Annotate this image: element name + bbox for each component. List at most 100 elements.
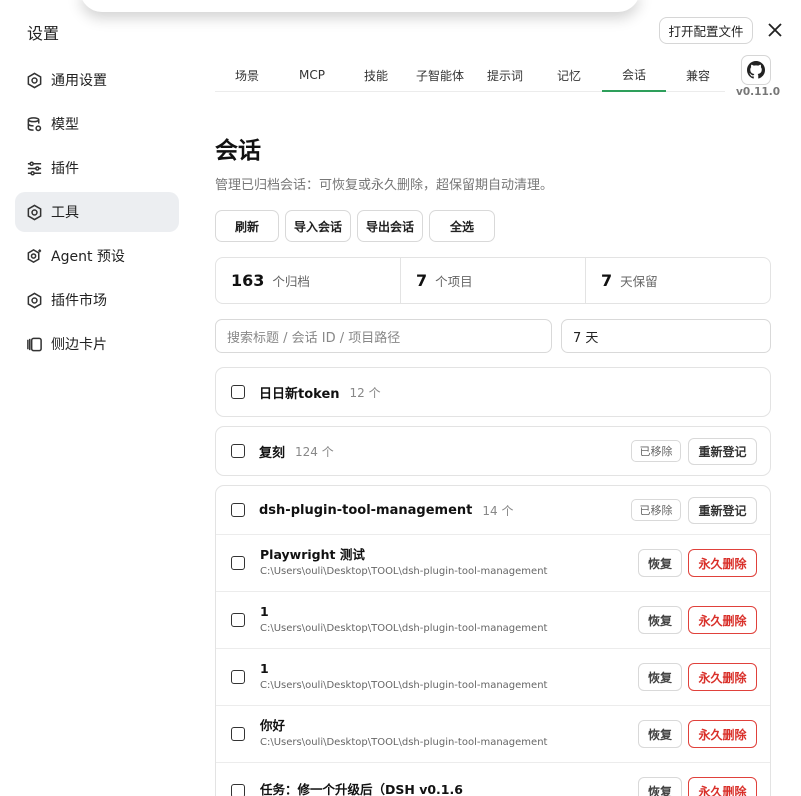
reregister-button[interactable]: 重新登记: [688, 497, 757, 524]
project-group: 日日新token 12 个: [215, 367, 771, 417]
session-title: 任务：修一个升级后（DSH v0.1.6: [260, 782, 463, 796]
project-group: dsh-plugin-tool-management 14 个 已移除 重新登记…: [215, 485, 771, 796]
session-row: 1 C:\Users\ouli\Desktop\TOOL\dsh-plugin-…: [216, 648, 770, 705]
tab-subagents[interactable]: 子智能体: [408, 58, 472, 92]
group-header: 日日新token 12 个: [216, 368, 770, 416]
sidebar-item-label: 模型: [51, 117, 79, 133]
session-title: 1: [260, 604, 269, 619]
sidebar: 通用设置 模型 插件 工具 Agent 预设 插件市场 侧边卡片: [15, 60, 179, 368]
stat-value: 163: [231, 271, 265, 290]
stat-retention: 7 天保留: [586, 258, 770, 303]
refresh-button[interactable]: 刷新: [215, 210, 279, 242]
sidebar-item-general[interactable]: 通用设置: [15, 60, 179, 100]
sidebar-item-agent-presets[interactable]: Agent 预设: [15, 236, 179, 276]
sidebar-item-tools[interactable]: 工具: [15, 192, 179, 232]
session-row: 1 C:\Users\ouli\Desktop\TOOL\dsh-plugin-…: [216, 591, 770, 648]
group-checkbox[interactable]: [231, 444, 245, 458]
restore-button[interactable]: 恢复: [638, 720, 682, 748]
sidebar-item-label: Agent 预设: [51, 249, 125, 265]
tab-mcp[interactable]: MCP: [280, 58, 344, 92]
export-sessions-button[interactable]: 导出会话: [357, 210, 423, 242]
sidebar-item-label: 插件: [51, 161, 79, 177]
session-checkbox[interactable]: [231, 784, 245, 796]
settings-title: 设置: [27, 24, 60, 43]
delete-permanently-button[interactable]: 永久删除: [688, 777, 757, 796]
tab-compat[interactable]: 兼容: [666, 58, 730, 92]
delete-permanently-button[interactable]: 永久删除: [688, 663, 757, 691]
restore-button[interactable]: 恢复: [638, 663, 682, 691]
session-checkbox[interactable]: [231, 613, 245, 627]
group-header: 复刻 124 个 已移除 重新登记: [216, 427, 770, 475]
action-bar: 刷新 导入会话 导出会话 全选: [215, 210, 495, 242]
session-row: Playwright 测试 C:\Users\ouli\Desktop\TOOL…: [216, 534, 770, 591]
retention-select[interactable]: 7 天: [561, 319, 771, 353]
session-info: Playwright 测试 C:\Users\ouli\Desktop\TOOL…: [260, 547, 547, 579]
github-icon: [747, 61, 765, 79]
session-title: Playwright 测试: [260, 547, 365, 562]
delete-permanently-button[interactable]: 永久删除: [688, 720, 757, 748]
session-path: C:\Users\ouli\Desktop\TOOL\dsh-plugin-to…: [260, 623, 548, 634]
delete-permanently-button[interactable]: 永久删除: [688, 606, 757, 634]
tab-prompts[interactable]: 提示词: [473, 58, 537, 92]
restore-button[interactable]: 恢复: [638, 606, 682, 634]
session-checkbox[interactable]: [231, 727, 245, 741]
restore-button[interactable]: 恢复: [638, 777, 682, 796]
session-info: 1 C:\Users\ouli\Desktop\TOOL\dsh-plugin-…: [260, 661, 547, 693]
open-config-button[interactable]: 打开配置文件: [659, 17, 753, 44]
close-button[interactable]: [764, 19, 786, 41]
group-count: 14 个: [482, 503, 514, 518]
delete-permanently-button[interactable]: 永久删除: [688, 549, 757, 577]
tab-sessions[interactable]: 会话: [602, 58, 666, 92]
sidebar-item-label: 插件市场: [51, 293, 107, 309]
tab-scenes[interactable]: 场景: [215, 58, 279, 92]
settings-window: 设置 打开配置文件 通用设置 模型 插件 工具 Agent 预设 插件市场 侧边…: [0, 0, 801, 796]
github-button[interactable]: [741, 55, 771, 85]
session-row: 你好 C:\Users\ouli\Desktop\TOOL\dsh-plugin…: [216, 705, 770, 762]
tab-memory[interactable]: 记忆: [537, 58, 601, 92]
tab-bar: 场景 MCP 技能 子智能体 提示词 记忆 会话 兼容: [215, 58, 725, 92]
group-header: dsh-plugin-tool-management 14 个 已移除 重新登记: [216, 486, 770, 534]
stats-panel: 163 个归档 7 个项目 7 天保留: [215, 257, 771, 304]
sidebar-item-models[interactable]: 模型: [15, 104, 179, 144]
sidebar-item-plugins[interactable]: 插件: [15, 148, 179, 188]
search-input[interactable]: 搜索标题 / 会话 ID / 项目路径: [215, 319, 552, 353]
group-checkbox[interactable]: [231, 385, 245, 399]
sidebar-item-side-cards[interactable]: 侧边卡片: [15, 324, 179, 364]
session-checkbox[interactable]: [231, 556, 245, 570]
tab-skills[interactable]: 技能: [344, 58, 408, 92]
group-count: 124 个: [295, 444, 334, 459]
session-path: C:\Users\ouli\Desktop\TOOL\dsh-plugin-to…: [260, 737, 548, 748]
group-name: dsh-plugin-tool-management: [259, 502, 473, 518]
restore-button[interactable]: 恢复: [638, 549, 682, 577]
close-icon: [768, 23, 782, 37]
session-info: 你好 C:\Users\ouli\Desktop\TOOL\dsh-plugin…: [260, 718, 547, 750]
group-checkbox[interactable]: [231, 503, 245, 517]
stat-value: 7: [416, 271, 428, 290]
sliders-icon: [25, 159, 43, 177]
sidebar-item-plugin-market[interactable]: 插件市场: [15, 280, 179, 320]
session-title: 你好: [260, 718, 286, 733]
stat-unit: 个项目: [435, 274, 473, 289]
sidebar-item-label: 通用设置: [51, 73, 107, 89]
stat-archived: 163 个归档: [216, 258, 401, 303]
side-card-icon: [25, 335, 43, 353]
group-count: 12 个: [349, 385, 381, 400]
import-sessions-button[interactable]: 导入会话: [285, 210, 351, 242]
reregister-button[interactable]: 重新登记: [688, 438, 757, 465]
sidebar-item-label: 工具: [51, 205, 79, 221]
group-name: 日日新token: [259, 386, 340, 402]
page-title: 会话: [215, 138, 261, 164]
session-path: C:\Users\ouli\Desktop\TOOL\dsh-plugin-to…: [260, 566, 548, 577]
select-all-button[interactable]: 全选: [429, 210, 495, 242]
stat-unit: 个归档: [272, 274, 310, 289]
group-name: 复刻: [259, 445, 286, 461]
stat-projects: 7 个项目: [401, 258, 586, 303]
session-info: 任务：修一个升级后（DSH v0.1.6: [260, 782, 463, 796]
sidebar-item-label: 侧边卡片: [51, 337, 107, 353]
page-description: 管理已归档会话：可恢复或永久删除，超保留期自动清理。: [215, 178, 554, 193]
session-title: 1: [260, 661, 269, 676]
session-info: 1 C:\Users\ouli\Desktop\TOOL\dsh-plugin-…: [260, 604, 547, 636]
session-checkbox[interactable]: [231, 670, 245, 684]
session-row: 任务：修一个升级后（DSH v0.1.6 恢复 永久删除: [216, 762, 770, 796]
stat-value: 7: [601, 271, 613, 290]
